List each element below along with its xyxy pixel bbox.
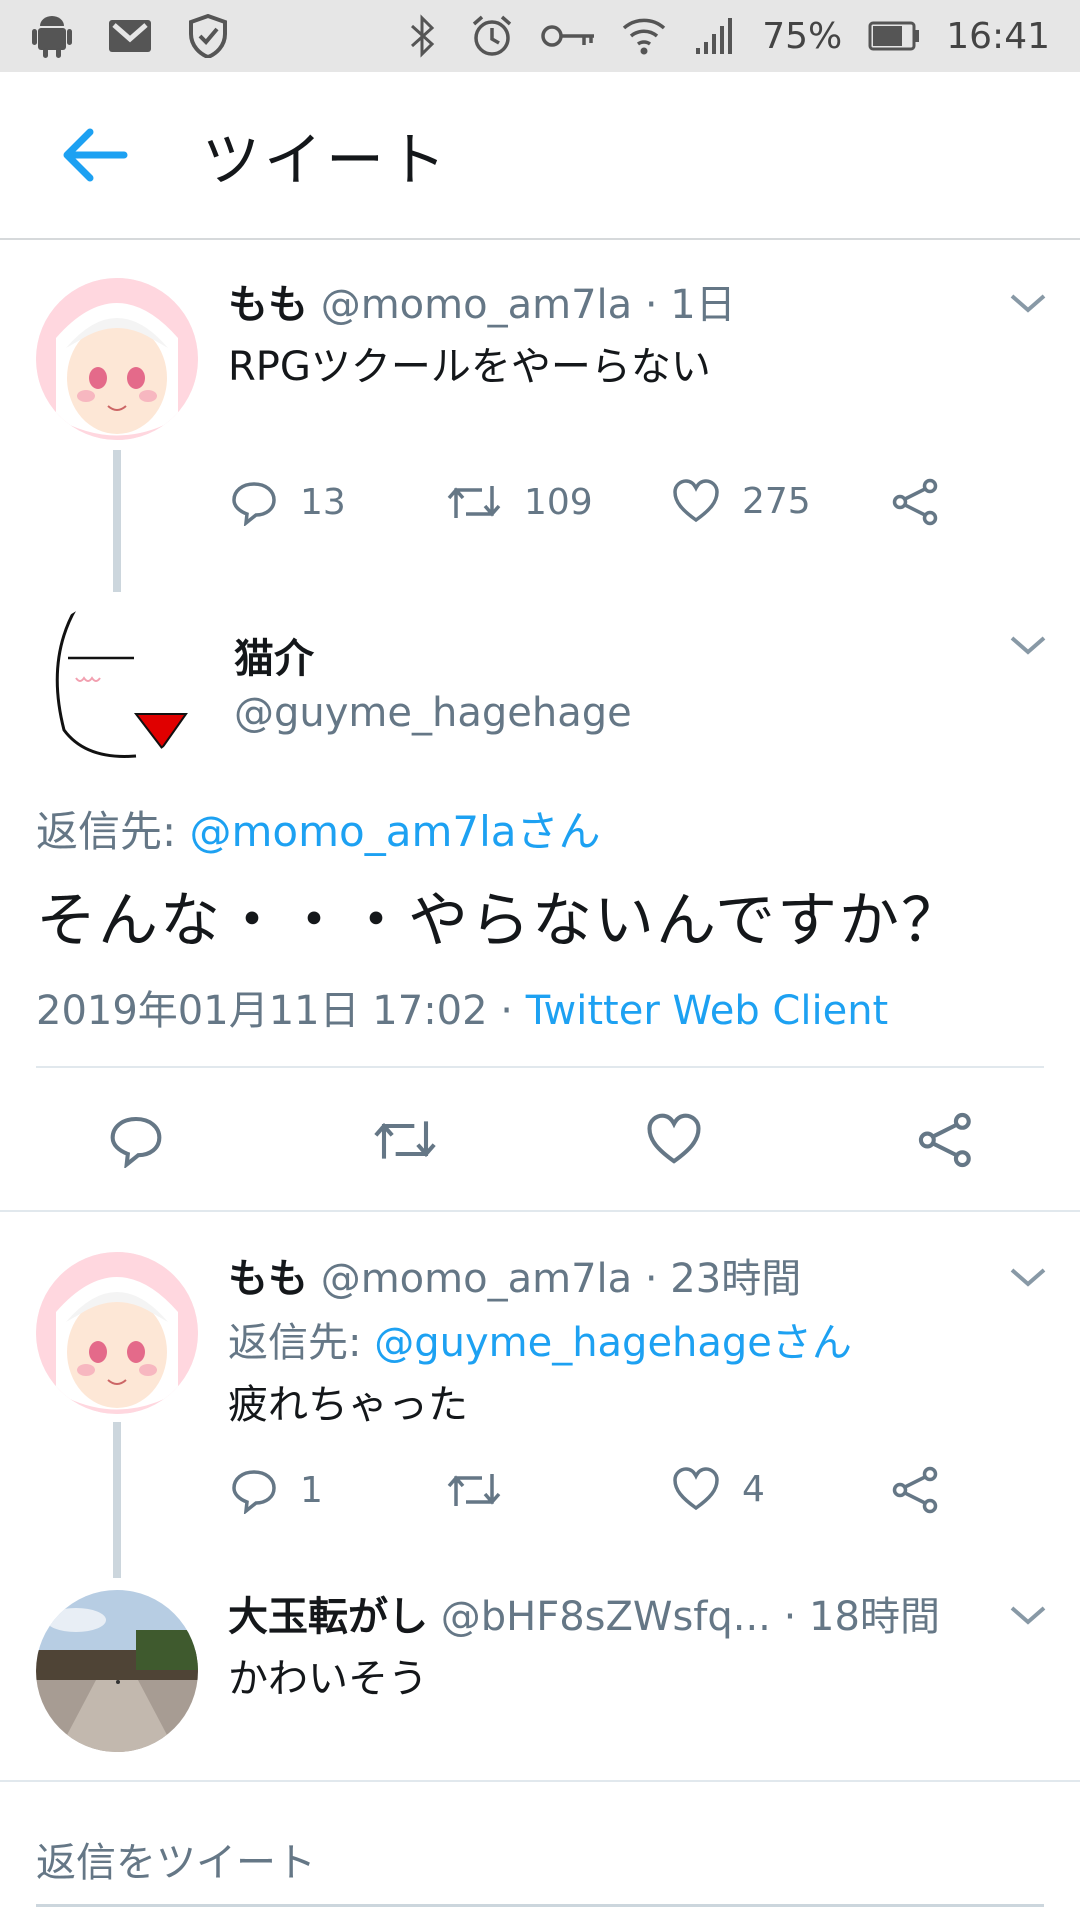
heart-icon — [647, 1113, 701, 1164]
page-title: ツイート — [202, 126, 451, 194]
vpn-key-icon — [540, 14, 596, 58]
bluetooth-icon — [400, 14, 444, 58]
reply1-text: 疲れちゃった — [228, 1382, 468, 1428]
author-handle[interactable]: @momo_am7la — [321, 1256, 632, 1302]
share-icon — [892, 478, 938, 526]
author-name[interactable]: 大玉転がし — [228, 1594, 428, 1640]
reply-to-link[interactable]: @momo_am7laさん — [190, 807, 601, 856]
author-handle[interactable]: @bHF8sZWsfq... — [441, 1594, 771, 1640]
reply-to-link[interactable]: @guyme_hagehageさん — [374, 1320, 852, 1366]
retweet-icon — [447, 1474, 501, 1506]
retweet-icon — [374, 1121, 436, 1159]
reply-icon — [232, 482, 276, 526]
avatar-nekosuke[interactable] — [36, 600, 198, 762]
reply-to-line: 返信先: @momo_am7laさん — [36, 798, 601, 859]
thread-line — [113, 450, 121, 592]
avatar-momo[interactable] — [36, 1252, 198, 1414]
retweet-icon — [447, 486, 501, 518]
reply-compose-input[interactable]: 返信をツイート — [36, 1830, 316, 1888]
compose-underline — [36, 1904, 1044, 1907]
reply2-header: 大玉転がし @bHF8sZWsfq... · 18時間 — [228, 1584, 940, 1642]
tweet-date: 2019年01月11日 17:02 · — [36, 988, 526, 1034]
alarm-icon — [470, 14, 514, 58]
tweet-time: · 18時間 — [783, 1594, 940, 1640]
retweet-button[interactable]: 109 — [446, 478, 593, 526]
battery-percent: 75% — [762, 15, 843, 57]
tweet-time: · 23時間 — [644, 1256, 802, 1302]
like-count: 4 — [742, 1468, 765, 1510]
reply-icon — [110, 1116, 162, 1168]
tweet1-header: もも @momo_am7la · 1日 — [228, 272, 736, 330]
tweet1-text: RPGツクールをやーらない — [228, 344, 711, 390]
share-button[interactable] — [892, 478, 940, 526]
reply-button[interactable]: 13 — [230, 478, 346, 526]
battery-icon — [868, 14, 920, 58]
reply-count: 1 — [300, 1469, 323, 1511]
chevron-down-icon[interactable] — [1008, 1600, 1048, 1630]
status-bar: 75% 16:41 — [0, 0, 1080, 72]
share-button[interactable] — [892, 1466, 940, 1514]
author-name[interactable]: もも — [228, 282, 308, 328]
share-icon — [918, 1112, 971, 1168]
author-handle[interactable]: @guyme_hagehage — [234, 690, 632, 736]
share-button[interactable] — [918, 1112, 974, 1168]
reply-to-label: 返信先: — [228, 1320, 375, 1366]
share-icon — [892, 1466, 938, 1514]
reply-to-line: 返信先: @guyme_hagehageさん — [228, 1310, 852, 1368]
reply-icon — [232, 1470, 276, 1514]
heart-icon — [673, 479, 719, 523]
divider — [36, 1066, 1044, 1068]
back-button[interactable] — [40, 100, 150, 210]
signal-icon — [692, 14, 736, 58]
tweet-client-link[interactable]: Twitter Web Client — [526, 988, 889, 1034]
reply2-text: かわいそう — [228, 1656, 428, 1702]
reply-to-label: 返信先: — [36, 807, 190, 856]
chevron-down-icon[interactable] — [1008, 288, 1048, 318]
thread-line — [113, 1422, 121, 1578]
tweet-detail-screen: 75% 16:41 ツイート もも @momo_am7la · 1日 RPGツク… — [0, 0, 1080, 1920]
tweet-time: · 1日 — [644, 282, 736, 328]
like-button[interactable]: 4 — [672, 1466, 765, 1512]
chevron-down-icon[interactable] — [1008, 1262, 1048, 1292]
gmail-icon — [108, 14, 152, 58]
author-name[interactable]: もも — [228, 1256, 308, 1302]
app-header: ツイート — [0, 72, 1080, 240]
back-arrow-icon — [63, 128, 128, 182]
shield-icon — [186, 14, 230, 58]
reply-count: 13 — [300, 481, 346, 523]
section-separator — [0, 1210, 1080, 1212]
like-count: 275 — [742, 480, 811, 522]
like-button[interactable]: 275 — [672, 478, 811, 524]
retweet-count: 109 — [524, 481, 593, 523]
chevron-down-icon[interactable] — [1008, 630, 1048, 660]
author-handle[interactable]: @momo_am7la — [321, 282, 632, 328]
reply-button[interactable]: 1 — [230, 1466, 323, 1514]
author-name[interactable]: 猫介 — [234, 626, 314, 684]
clock: 16:41 — [946, 15, 1050, 57]
retweet-button[interactable] — [446, 1466, 524, 1514]
section-separator — [0, 1780, 1080, 1782]
tweet-meta: 2019年01月11日 17:02 · Twitter Web Client — [36, 978, 888, 1036]
reply-button[interactable] — [108, 1112, 164, 1168]
avatar-odamakorogashi[interactable] — [36, 1590, 198, 1752]
heart-icon — [673, 1467, 719, 1511]
like-button[interactable] — [646, 1112, 702, 1166]
reply1-header: もも @momo_am7la · 23時間 — [228, 1246, 801, 1304]
main-tweet-text: そんな・・・やらないんですか？ — [36, 886, 963, 956]
wifi-icon — [622, 14, 666, 58]
retweet-button[interactable] — [372, 1112, 438, 1168]
avatar-momo[interactable] — [36, 278, 198, 440]
android-icon — [30, 14, 74, 58]
